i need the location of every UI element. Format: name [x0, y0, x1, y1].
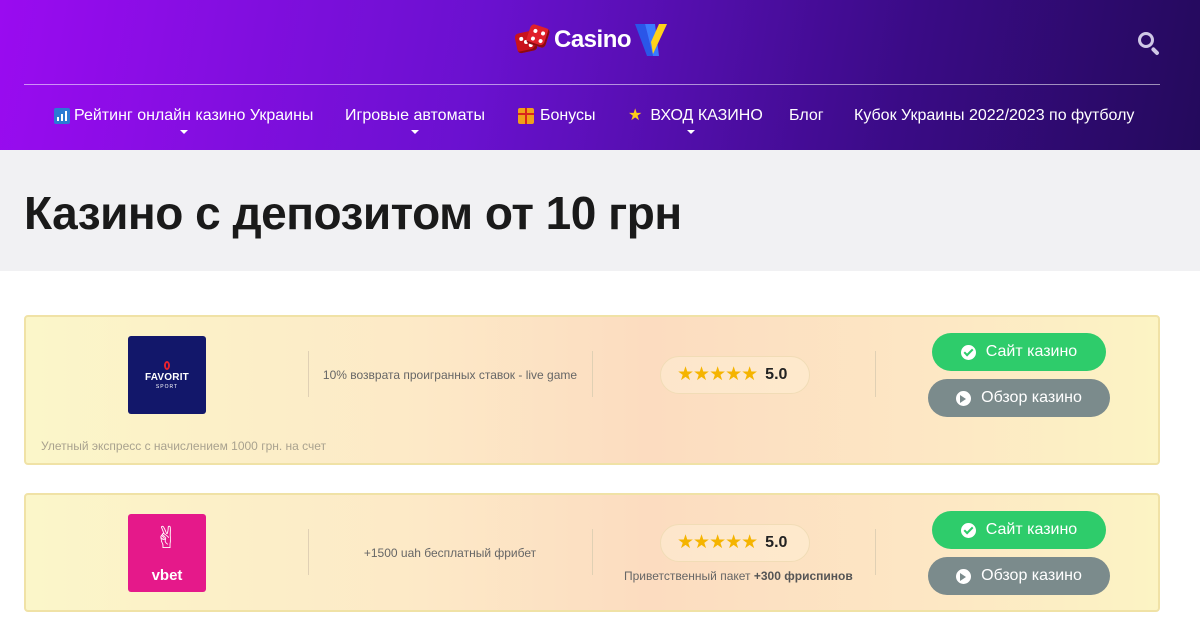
chevron-down-icon — [687, 130, 695, 134]
gift-icon — [518, 108, 534, 124]
check-circle-icon — [960, 522, 976, 538]
dice-icon — [514, 23, 551, 56]
logo-text: Casino — [554, 26, 632, 53]
rating-stars: ★★★★★ — [677, 532, 758, 553]
rating-value: 5.0 — [765, 534, 788, 551]
nav-item-cup[interactable]: Кубок Украины 2022/2023 по футболу — [854, 107, 1134, 125]
divider — [592, 351, 593, 397]
casino-card: ✌ vbet +1500 uah бесплатный фрибет ★★★★★… — [24, 493, 1160, 612]
bonus-text: 10% возврата проигранных ставок - live g… — [322, 368, 578, 382]
chevron-down-icon — [411, 130, 419, 134]
nav-item-rating[interactable]: Рейтинг онлайн казино Украины — [54, 107, 313, 125]
nav-item-label: Игровые автоматы — [345, 107, 485, 124]
review-casino-button[interactable]: Обзор казино — [928, 557, 1110, 595]
nav-item-label: Кубок Украины 2022/2023 по футболу — [854, 107, 1135, 124]
page-title: Казино с депозитом от 10 грн — [24, 187, 682, 239]
nav-item-casino-login[interactable]: ★ ВХОД КАЗИНО — [628, 107, 763, 125]
favorit-mark-icon — [164, 361, 170, 370]
arrow-circle-icon — [956, 568, 972, 584]
button-label: Обзор казино — [981, 567, 1082, 584]
nav-item-slots[interactable]: Игровые автоматы — [345, 107, 485, 125]
favorit-logo[interactable]: FAVORIT SPORT — [128, 336, 206, 414]
brand-name: FAVORIT — [145, 372, 189, 383]
rating-value: 5.0 — [765, 366, 788, 383]
nav-item-bonuses[interactable]: Бонусы — [518, 107, 596, 125]
vbet-logo[interactable]: ✌ vbet — [128, 514, 206, 592]
site-header: Casino Рейтинг онлайн казино Украины Игр… — [0, 0, 1200, 150]
rating-stars: ★★★★★ — [677, 364, 758, 385]
nav-item-blog[interactable]: Блог — [789, 107, 824, 125]
button-label: Обзор казино — [981, 389, 1082, 406]
brand-subtitle: SPORT — [155, 384, 179, 390]
casino-card: FAVORIT SPORT 10% возврата проигранных с… — [24, 315, 1160, 465]
nav-item-label: Бонусы — [540, 107, 596, 124]
chart-icon — [54, 108, 70, 124]
search-icon[interactable] — [1136, 30, 1162, 56]
site-logo[interactable]: Casino — [514, 20, 669, 60]
header-divider — [24, 84, 1160, 85]
nav-item-label: ВХОД КАЗИНО — [650, 107, 763, 124]
review-casino-button[interactable]: Обзор казино — [928, 379, 1110, 417]
divider — [592, 529, 593, 575]
divider — [875, 529, 876, 575]
rating-pill: ★★★★★ 5.0 — [660, 524, 810, 562]
star-icon: ★ — [628, 107, 643, 124]
nav-item-label: Блог — [789, 107, 824, 124]
bonus-text: +1500 uah бесплатный фрибет — [363, 546, 537, 560]
button-label: Сайт казино — [985, 343, 1078, 360]
welcome-package-text: Приветственный пакет +300 фриспинов — [624, 569, 853, 583]
main-nav: Рейтинг онлайн казино Украины Игровые ав… — [0, 100, 1200, 140]
brand-name: vbet — [151, 567, 183, 584]
divider — [875, 351, 876, 397]
peace-hand-icon: ✌ — [154, 522, 180, 555]
button-label: Сайт казино — [985, 521, 1078, 538]
rating-pill: ★★★★★ 5.0 — [660, 356, 810, 394]
check-circle-icon — [960, 344, 976, 360]
promo-prefix: Приветственный пакет — [624, 569, 754, 583]
site-casino-button[interactable]: Сайт казино — [932, 511, 1106, 549]
promo-highlight: +300 фриспинов — [753, 569, 853, 583]
logo-v-mark — [635, 24, 668, 56]
card-note: Улетный экспресс с начислением 1000 грн.… — [41, 439, 327, 453]
chevron-down-icon — [180, 130, 188, 134]
nav-item-label: Рейтинг онлайн казино Украины — [74, 107, 314, 124]
site-casino-button[interactable]: Сайт казино — [932, 333, 1106, 371]
arrow-circle-icon — [956, 390, 972, 406]
